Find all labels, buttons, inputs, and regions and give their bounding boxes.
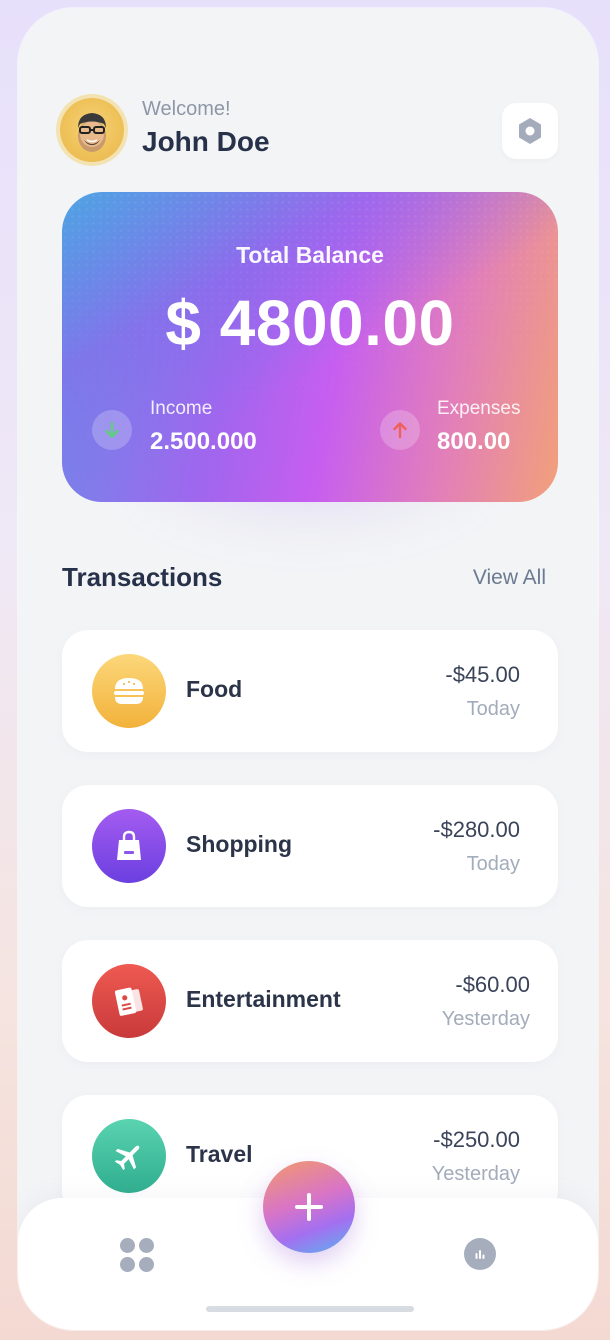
travel-category-badge: [92, 1119, 166, 1193]
grid-dot: [139, 1257, 154, 1272]
expenses-value: 800.00: [437, 428, 511, 455]
airplane-icon: [114, 1145, 140, 1171]
expenses-label: Expenses: [437, 398, 521, 419]
food-category-badge: [92, 654, 166, 728]
add-transaction-button[interactable]: [263, 1161, 355, 1253]
income-label: Income: [150, 398, 213, 419]
total-balance-label: Total Balance: [236, 242, 384, 268]
phone-screen: Welcome! John Doe Total Balance $ 4800.0…: [18, 8, 598, 1330]
welcome-text: Welcome!: [142, 98, 231, 120]
transaction-date: Today: [466, 698, 520, 720]
avatar[interactable]: [60, 98, 124, 162]
user-name: John Doe: [142, 126, 270, 157]
transaction-row-shopping[interactable]: Shopping -$280.00 Today: [62, 785, 558, 907]
bar-chart-icon: [475, 1250, 485, 1259]
entertainment-category-badge: [92, 964, 166, 1038]
total-balance-amount: $ 4800.00: [165, 287, 455, 359]
balance-card[interactable]: Total Balance $ 4800.00 Income 2.500.000…: [62, 192, 558, 502]
transaction-name: Entertainment: [186, 986, 341, 1012]
transaction-amount: -$45.00: [445, 662, 520, 687]
transactions-title: Transactions: [62, 562, 223, 592]
ticket-icon: [114, 987, 143, 1016]
settings-button[interactable]: [502, 103, 558, 159]
transaction-amount: -$250.00: [433, 1127, 520, 1152]
grid-dot: [120, 1257, 135, 1272]
plus-icon: [295, 1193, 323, 1221]
income-value: 2.500.000: [150, 428, 257, 455]
nav-home-button[interactable]: [120, 1238, 154, 1272]
transaction-row-food[interactable]: Food -$45.00 Today: [62, 630, 558, 752]
arrow-up-icon: [393, 422, 407, 439]
home-indicator: [206, 1306, 414, 1312]
transaction-row-entertainment[interactable]: Entertainment -$60.00 Yesterday: [62, 940, 558, 1062]
hexagon-settings-icon: [519, 118, 541, 144]
transaction-date: Yesterday: [431, 1163, 520, 1185]
transaction-date: Yesterday: [441, 1008, 530, 1030]
memoji-avatar-icon: [78, 113, 106, 152]
transaction-amount: -$60.00: [455, 972, 530, 997]
arrow-down-icon: [105, 421, 119, 438]
transaction-name: Food: [186, 676, 243, 702]
transaction-name: Shopping: [186, 831, 293, 857]
shopping-bag-icon: [117, 830, 141, 860]
shopping-category-badge: [92, 809, 166, 883]
transaction-date: Today: [466, 853, 520, 875]
view-all-link[interactable]: View All: [473, 566, 546, 590]
transactions-list: Food -$45.00 Today Shopping -$280.00 Tod…: [62, 630, 558, 1250]
nav-stats-button[interactable]: [464, 1238, 496, 1270]
income-indicator: [92, 410, 132, 450]
burger-icon: [114, 678, 144, 704]
transaction-amount: -$280.00: [433, 817, 520, 842]
expenses-indicator: [380, 410, 420, 450]
transaction-name: Travel: [186, 1141, 253, 1167]
grid-dot: [139, 1238, 154, 1253]
grid-dots-icon: [120, 1238, 135, 1253]
